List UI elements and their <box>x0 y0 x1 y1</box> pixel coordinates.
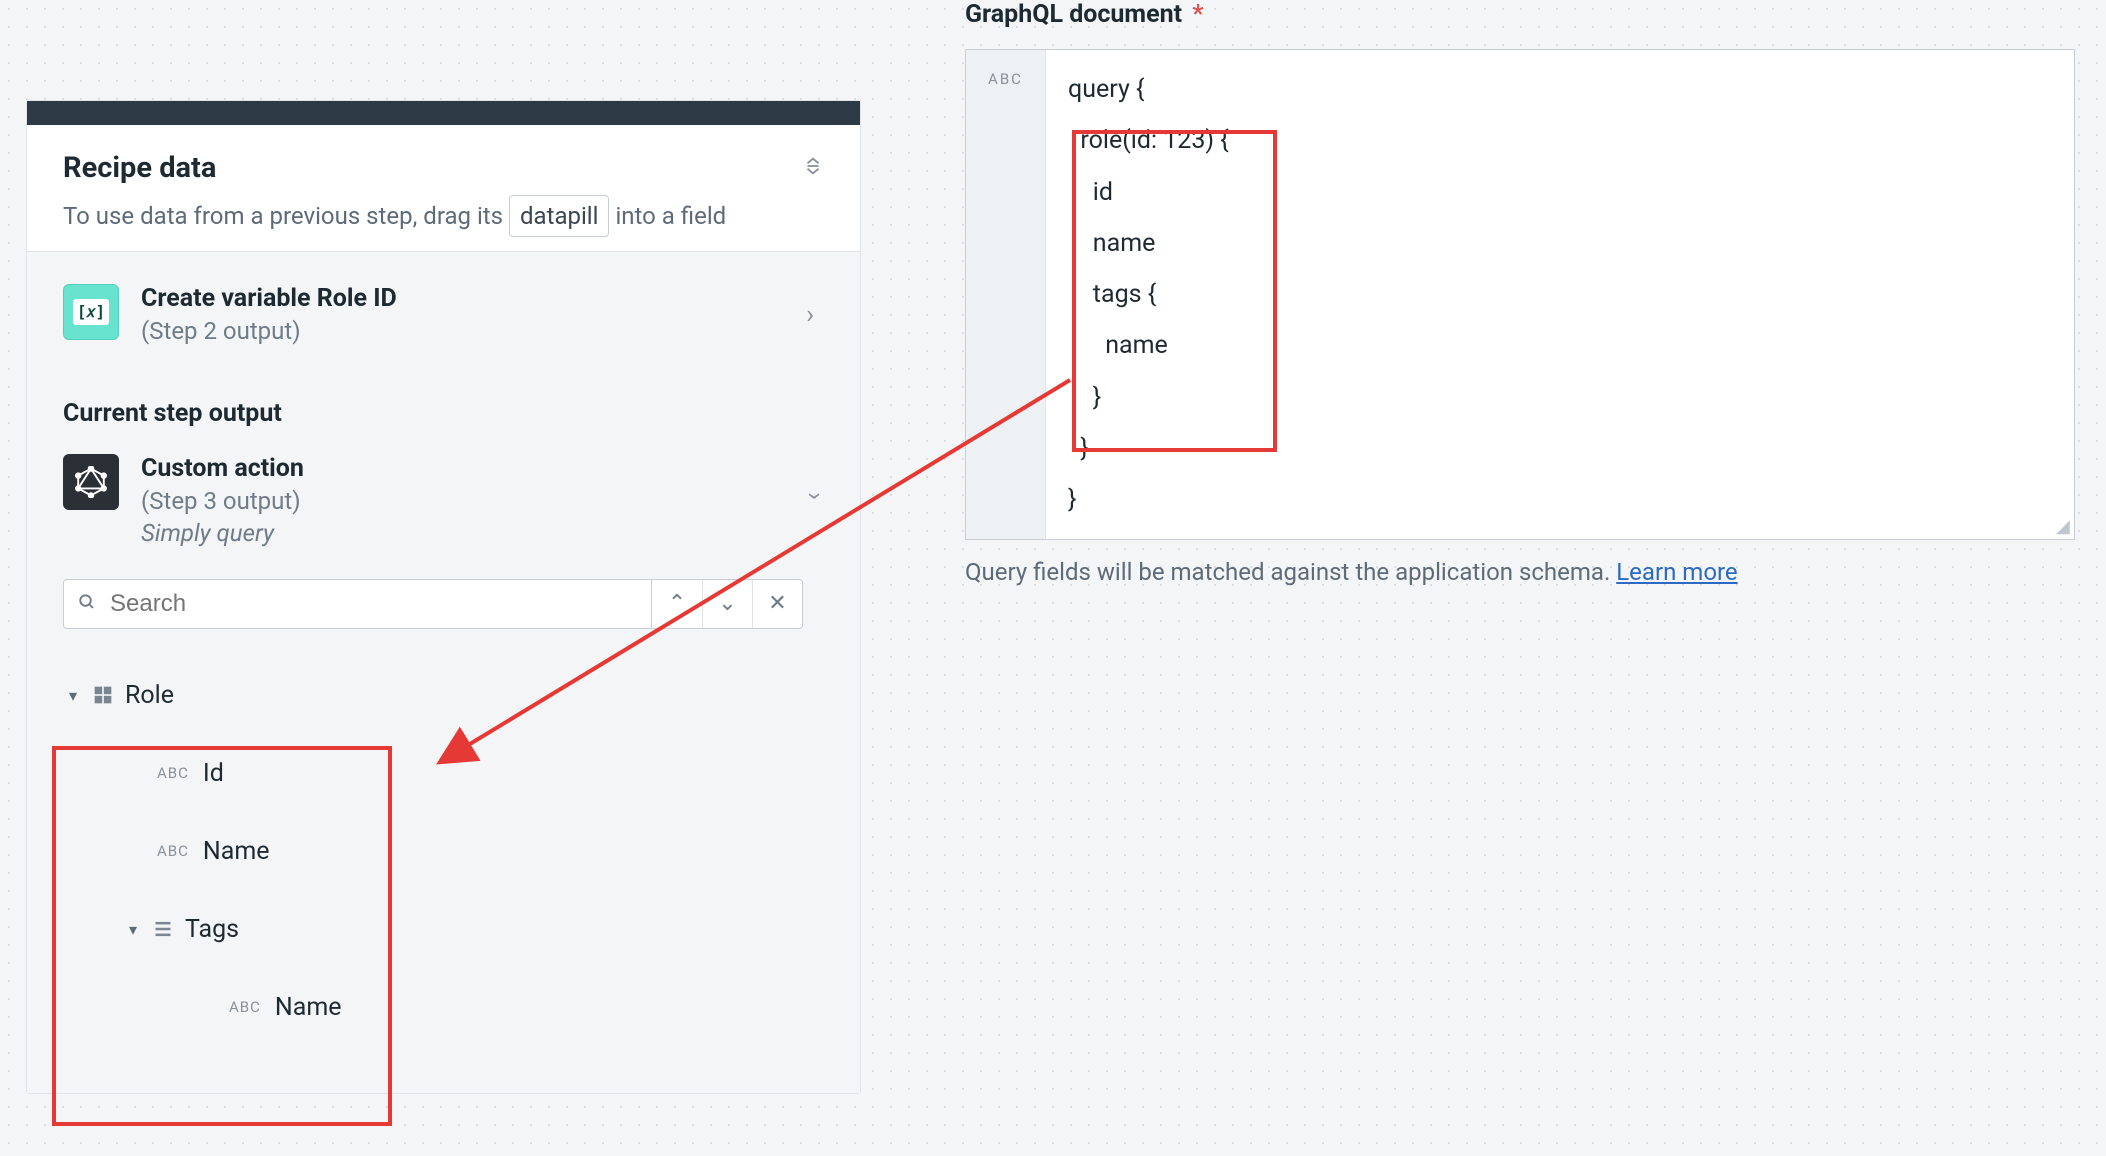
variable-icon: [𝑥] <box>63 284 119 340</box>
current-step-title: Custom action <box>141 454 806 483</box>
panel-title: Recipe data <box>63 151 216 185</box>
tree-node-name[interactable]: ABC Name <box>63 825 824 877</box>
list-icon <box>153 919 173 939</box>
output-tree: ▾ Role ABC Id ABC Name ▾ <box>63 669 824 1033</box>
chevron-right-icon: › <box>806 300 824 330</box>
panel-top-bar <box>27 101 860 125</box>
current-step-meta: (Step 3 output) <box>141 487 806 515</box>
graphql-field-area: GraphQL document * ABC query { role(id: … <box>965 0 2075 586</box>
recipe-data-panel: Recipe data To use data from a previous … <box>26 100 861 1094</box>
caret-down-icon[interactable]: ▾ <box>129 920 149 939</box>
search-container: ⌃ ⌄ ✕ <box>63 579 803 629</box>
tree-node-id[interactable]: ABC Id <box>63 747 824 799</box>
string-type-icon: ABC <box>157 842 189 860</box>
search-prev-icon[interactable]: ⌃ <box>652 580 702 628</box>
field-label: GraphQL document * <box>965 0 2075 29</box>
graphql-icon <box>63 454 119 510</box>
string-type-icon: ABC <box>229 998 261 1016</box>
editor-body[interactable]: query { role(id: 123) { id name tags { n… <box>1046 50 2074 539</box>
tree-label-name[interactable]: Name <box>203 837 270 866</box>
prev-step-meta: (Step 2 output) <box>141 317 806 345</box>
current-step-desc: Simply query <box>141 519 806 547</box>
panel-subtitle: To use data from a previous step, drag i… <box>63 195 824 237</box>
required-asterisk: * <box>1192 0 1203 29</box>
expand-drag-icon[interactable] <box>802 151 824 183</box>
current-output-label: Current step output <box>63 399 824 428</box>
search-icon <box>64 592 110 616</box>
tree-label-tag-name[interactable]: Name <box>275 993 342 1022</box>
field-help: Query fields will be matched against the… <box>965 558 2075 586</box>
tree-node-role[interactable]: ▾ Role <box>63 669 824 721</box>
datapill-token: datapill <box>509 195 609 237</box>
subtitle-pre: To use data from a previous step, drag i… <box>63 202 503 230</box>
current-step-row[interactable]: Custom action (Step 3 output) Simply que… <box>63 448 824 553</box>
panel-header: Recipe data To use data from a previous … <box>27 125 860 251</box>
field-label-text: GraphQL document <box>965 0 1182 29</box>
search-next-icon[interactable]: ⌄ <box>702 580 752 628</box>
chevron-down-icon: › <box>800 492 830 510</box>
gutter-type-icon: ABC <box>988 70 1023 88</box>
tree-label-id[interactable]: Id <box>203 759 224 788</box>
search-input[interactable] <box>110 580 651 628</box>
string-type-icon: ABC <box>157 764 189 782</box>
object-icon <box>93 685 113 705</box>
help-text-pre: Query fields will be matched against the… <box>965 558 1610 586</box>
caret-down-icon[interactable]: ▾ <box>69 686 89 705</box>
prev-step-row[interactable]: [𝑥] Create variable Role ID (Step 2 outp… <box>63 278 824 351</box>
graphql-editor[interactable]: ABC query { role(id: 123) { id name tags… <box>965 49 2075 540</box>
search-clear-icon[interactable]: ✕ <box>752 580 802 628</box>
learn-more-link[interactable]: Learn more <box>1616 558 1737 586</box>
tree-node-tags[interactable]: ▾ Tags <box>63 903 824 955</box>
tree-label-role[interactable]: Role <box>125 681 174 710</box>
prev-step-title: Create variable Role ID <box>141 284 806 313</box>
tree-label-tags[interactable]: Tags <box>185 915 239 944</box>
editor-gutter: ABC <box>966 50 1046 539</box>
panel-body: [𝑥] Create variable Role ID (Step 2 outp… <box>27 251 860 1093</box>
subtitle-post: into a field <box>615 202 726 230</box>
tree-node-tag-name[interactable]: ABC Name <box>63 981 824 1033</box>
resize-handle-icon[interactable]: ◢ <box>2056 521 2072 537</box>
